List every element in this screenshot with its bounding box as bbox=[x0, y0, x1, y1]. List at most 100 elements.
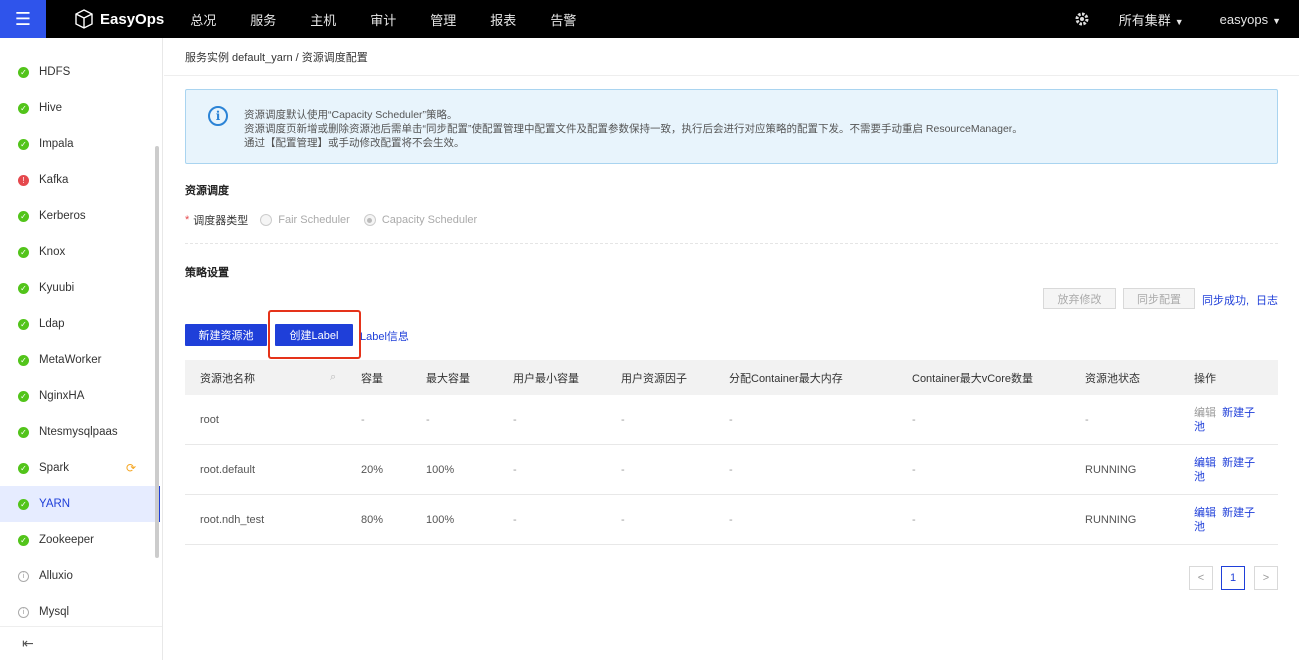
sidebar-item-kerberos[interactable]: ✓ Kerberos bbox=[0, 198, 160, 234]
sidebar-item-label: MetaWorker bbox=[39, 354, 102, 366]
sidebar-item-impala[interactable]: ✓ Impala bbox=[0, 126, 160, 162]
nav-item-audit[interactable]: 审计 bbox=[370, 10, 396, 29]
status-error-icon: ! bbox=[18, 174, 29, 186]
sync-icon: ⟳ bbox=[125, 461, 136, 475]
cell-state: - bbox=[1085, 413, 1089, 426]
new-pool-button[interactable]: 新建资源池 bbox=[185, 324, 267, 346]
sidebar-item-metaworker[interactable]: ✓ MetaWorker bbox=[0, 342, 160, 378]
top-navbar: ☰ EasyOps 总况 服务 主机 审计 管理 报表 告警 所有集群 ▼ eas… bbox=[0, 0, 1299, 38]
sidebar-item-label: Kafka bbox=[39, 174, 69, 186]
sidebar-item-mysql[interactable]: i Mysql bbox=[0, 594, 160, 630]
sidebar-item-nginxha[interactable]: ✓ NginxHA bbox=[0, 378, 160, 414]
sidebar-item-zookeeper[interactable]: ✓ Zookeeper bbox=[0, 522, 160, 558]
col-header-max-capacity: 最大容量 bbox=[426, 372, 470, 385]
cell-user-factor: - bbox=[621, 413, 625, 426]
pagination-page-1[interactable]: 1 bbox=[1221, 566, 1245, 590]
sidebar-item-label: Kerberos bbox=[39, 210, 86, 222]
pagination-next-button[interactable]: > bbox=[1254, 566, 1278, 590]
edit-link[interactable]: 编辑 bbox=[1194, 507, 1216, 519]
sidebar-scrollbar[interactable] bbox=[155, 146, 159, 558]
sidebar-item-label: Knox bbox=[39, 246, 66, 258]
cell-state: RUNNING bbox=[1085, 513, 1137, 526]
cluster-label: 所有集群 bbox=[1118, 12, 1171, 28]
cell-max-vcore: - bbox=[912, 463, 916, 476]
policy-section-title: 策略设置 bbox=[185, 267, 229, 279]
sidebar-item-ntesmysqlpaas[interactable]: ✓ Ntesmysqlpaas bbox=[0, 414, 160, 450]
cell-max-capacity: 100% bbox=[426, 463, 455, 476]
cell-pool-name: root bbox=[200, 413, 219, 426]
cell-capacity: 80% bbox=[361, 513, 384, 526]
status-ok-icon: ✓ bbox=[18, 138, 29, 150]
col-header-capacity: 容量 bbox=[361, 372, 383, 385]
nav-item-services[interactable]: 服务 bbox=[250, 10, 276, 29]
fair-scheduler-radio[interactable] bbox=[260, 214, 273, 226]
cell-capacity: 20% bbox=[361, 463, 384, 476]
sidebar-item-alluxio[interactable]: i Alluxio bbox=[0, 558, 160, 594]
log-link[interactable]: 日志 bbox=[1256, 292, 1278, 308]
label-info-link[interactable]: Label信息 bbox=[360, 328, 409, 344]
status-ok-icon: ✓ bbox=[18, 282, 29, 294]
nav-item-overview[interactable]: 总况 bbox=[190, 10, 216, 29]
nav-item-admin[interactable]: 管理 bbox=[430, 10, 456, 29]
nav-item-hosts[interactable]: 主机 bbox=[310, 10, 336, 29]
scheduler-type-label: 调度器类型 bbox=[193, 215, 249, 227]
chevron-down-icon: ▼ bbox=[1272, 15, 1281, 26]
sidebar-item-kyuubi[interactable]: ✓ Kyuubi bbox=[0, 270, 160, 306]
cell-max-memory: - bbox=[729, 463, 733, 476]
sidebar-item-label: Ldap bbox=[39, 318, 65, 330]
row-actions: 编辑 新建子池 bbox=[1194, 495, 1264, 544]
main-content: 服务实例 default_yarn / 资源调度配置 i 资源调度默认使用“Ca… bbox=[164, 38, 1299, 660]
cell-user-min: - bbox=[513, 513, 517, 526]
col-header-user-min: 用户最小容量 bbox=[513, 372, 579, 385]
brand-logo[interactable]: EasyOps bbox=[74, 9, 164, 29]
required-mark: * bbox=[185, 214, 190, 226]
row-actions: 编辑 新建子池 bbox=[1194, 445, 1264, 494]
table-row: root.ndh_test 80% 100% - - - - RUNNING 编… bbox=[185, 495, 1278, 545]
nav-item-reports[interactable]: 报表 bbox=[490, 10, 516, 29]
cluster-selector[interactable]: 所有集群 ▼ bbox=[1119, 10, 1184, 29]
pagination-prev-button[interactable]: < bbox=[1189, 566, 1213, 590]
sidebar-item-spark[interactable]: ✓ Spark ⟳ bbox=[0, 450, 160, 486]
chevron-down-icon: ▼ bbox=[1174, 16, 1184, 27]
alert-line: 通过【配置管理】或手动修改配置将不会生效。 bbox=[244, 137, 465, 149]
main-nav: 总况 服务 主机 审计 管理 报表 告警 bbox=[190, 10, 610, 29]
alert-line: 资源调度页新增或删除资源池后需单击“同步配置”使配置管理中配置文件及配置参数保持… bbox=[244, 123, 1023, 135]
sync-config-button[interactable]: 同步配置 bbox=[1123, 288, 1195, 309]
sidebar-item-label: Spark bbox=[39, 462, 70, 474]
status-ok-icon: ✓ bbox=[18, 246, 29, 258]
sidebar-item-ldap[interactable]: ✓ Ldap bbox=[0, 306, 160, 342]
table-header: 资源池名称 ⌕ 容量 最大容量 用户最小容量 用户资源因子 分配Containe… bbox=[185, 360, 1278, 395]
sidebar-item-kafka[interactable]: ! Kafka bbox=[0, 162, 160, 198]
discard-changes-button[interactable]: 放弃修改 bbox=[1043, 288, 1116, 309]
cell-max-memory: - bbox=[729, 413, 733, 426]
status-ok-icon: ✓ bbox=[18, 66, 29, 78]
sidebar-item-knox[interactable]: ✓ Knox bbox=[0, 234, 160, 270]
user-menu[interactable]: easyops ▼ bbox=[1220, 12, 1281, 27]
edit-link[interactable]: 编辑 bbox=[1194, 457, 1216, 469]
col-header-actions: 操作 bbox=[1194, 372, 1216, 385]
resource-pool-table: 资源池名称 ⌕ 容量 最大容量 用户最小容量 用户资源因子 分配Containe… bbox=[185, 360, 1278, 545]
nav-item-alerts[interactable]: 告警 bbox=[550, 10, 576, 29]
cell-state: RUNNING bbox=[1085, 463, 1137, 476]
menu-toggle-icon[interactable]: ☰ bbox=[0, 0, 46, 38]
capacity-scheduler-radio[interactable] bbox=[363, 214, 376, 226]
search-icon[interactable]: ⌕ bbox=[330, 371, 336, 384]
breadcrumb: 服务实例 default_yarn / 资源调度配置 bbox=[164, 38, 1299, 76]
info-icon: i bbox=[18, 606, 29, 618]
sidebar-item-hdfs[interactable]: ✓ HDFS bbox=[0, 54, 160, 90]
collapse-sidebar-icon[interactable]: ⇤ bbox=[0, 626, 162, 660]
sidebar-item-label: Impala bbox=[39, 138, 74, 150]
fair-scheduler-label: Fair Scheduler bbox=[278, 214, 350, 226]
gear-icon[interactable] bbox=[1073, 10, 1091, 28]
col-header-max-memory: 分配Container最大内存 bbox=[729, 372, 843, 385]
sidebar-item-label: Alluxio bbox=[39, 570, 73, 582]
cell-max-capacity: - bbox=[426, 413, 430, 426]
status-ok-icon: ✓ bbox=[18, 498, 29, 510]
cell-max-memory: - bbox=[729, 513, 733, 526]
status-ok-icon: ✓ bbox=[18, 102, 29, 114]
highlight-annotation bbox=[268, 310, 361, 359]
sidebar-item-hive[interactable]: ✓ Hive bbox=[0, 90, 160, 126]
sidebar-item-yarn[interactable]: ✓ YARN bbox=[0, 486, 160, 522]
brand-name: EasyOps bbox=[100, 10, 165, 28]
edit-link[interactable]: 编辑 bbox=[1194, 407, 1216, 419]
